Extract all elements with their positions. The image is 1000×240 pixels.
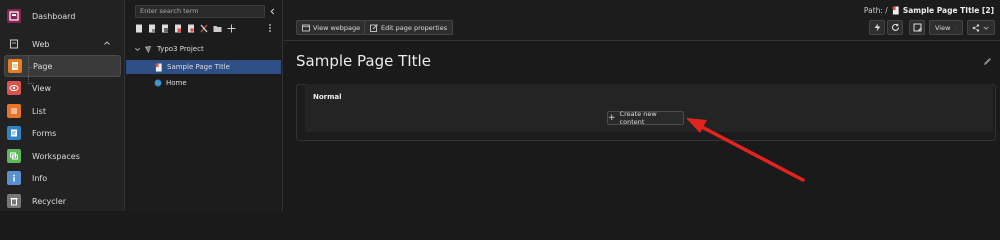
bookmark-note-icon — [913, 23, 921, 32]
reload-button[interactable] — [887, 20, 903, 35]
path-prefix: Path: / — [863, 6, 888, 15]
chevron-down-icon[interactable] — [134, 46, 141, 53]
shortcut-page-icon[interactable] — [161, 24, 169, 33]
page-icon — [8, 59, 22, 73]
lightning-icon — [874, 23, 880, 32]
chevron-up-icon[interactable] — [103, 39, 111, 47]
page-title: Sample Page TItle — [296, 52, 431, 70]
chevron-down-icon — [955, 27, 957, 28]
tree-connector — [28, 67, 34, 68]
create-new-content-label: Create new content — [619, 110, 657, 126]
edit-icon — [370, 23, 378, 32]
module-label: Workspaces — [32, 151, 80, 161]
edit-properties-label: Edit page properties — [381, 23, 448, 32]
info-icon — [7, 171, 21, 185]
tree-node-selected-page[interactable]: Sample Page TItle — [126, 60, 281, 74]
tree-node-label: Sample Page TItle — [167, 63, 230, 71]
tree-node-label: Typo3 Project — [157, 45, 204, 53]
breadcrumb: Path: / Sample Page TItle [2] — [864, 6, 994, 15]
tree-node-root[interactable]: Typo3 Project — [134, 42, 282, 56]
tree-node-label: Home — [166, 79, 187, 87]
new-page-hidden-icon[interactable] — [148, 24, 156, 33]
module-label: Page — [33, 61, 53, 71]
module-workspaces[interactable]: Workspaces — [4, 145, 121, 167]
module-info[interactable]: Info — [4, 167, 121, 189]
module-dashboard[interactable]: Dashboard — [4, 5, 121, 27]
page-tree-panel: Enter search term — [125, 0, 283, 211]
module-label: View — [32, 83, 51, 93]
column-title: Normal — [313, 93, 342, 101]
web-page-icon — [7, 37, 21, 51]
edit-page-properties-button[interactable]: Edit page properties — [364, 20, 454, 35]
module-label: Forms — [32, 128, 57, 138]
flash-clear-cache-button[interactable] — [869, 20, 885, 35]
view-eye-icon — [7, 81, 21, 95]
page-icon — [155, 63, 162, 71]
module-label: Recycler — [32, 196, 67, 206]
dashboard-icon — [7, 9, 21, 23]
module-group-web[interactable]: Web — [4, 33, 121, 55]
view-dropdown-label: View — [935, 23, 951, 32]
workspaces-icon — [7, 149, 21, 163]
tree-toolbar — [135, 22, 236, 34]
list-icon — [7, 104, 21, 118]
module-view[interactable]: View — [4, 77, 121, 99]
forms-icon — [7, 126, 21, 140]
more-options-icon[interactable] — [266, 23, 274, 33]
folder-icon[interactable] — [213, 24, 222, 33]
new-page-icon[interactable] — [135, 24, 143, 33]
plus-icon: + — [608, 112, 616, 123]
module-recycler[interactable]: Recycler — [4, 190, 121, 212]
tree-search-input[interactable]: Enter search term — [135, 5, 265, 18]
tree-node-home[interactable]: Home — [154, 76, 187, 90]
module-label: List — [32, 106, 46, 116]
tree-connector — [28, 57, 29, 84]
chevron-down-icon — [983, 26, 989, 30]
share-dropdown[interactable] — [967, 20, 995, 35]
tree-connector — [28, 83, 34, 84]
module-label: Info — [32, 173, 48, 183]
external-link-page-icon[interactable] — [174, 24, 182, 33]
module-label: Dashboard — [32, 11, 76, 21]
view-dropdown[interactable]: View — [929, 20, 963, 35]
view-webpage-label: View webpage — [313, 23, 361, 32]
module-menu: Dashboard Web Page View List Forms Works… — [0, 0, 125, 211]
home-globe-icon — [154, 79, 162, 87]
collapse-tree-button[interactable] — [267, 5, 278, 18]
recycler-icon — [7, 194, 21, 208]
module-page[interactable]: Page — [4, 55, 121, 77]
mount-point-icon[interactable] — [187, 24, 195, 33]
path-title[interactable]: Sample Page TItle [2] — [903, 6, 994, 15]
typo3-globe-icon — [144, 45, 152, 53]
module-label: Web — [32, 39, 50, 49]
page-icon — [892, 6, 899, 15]
reload-icon — [891, 23, 899, 31]
module-list[interactable]: List — [4, 100, 121, 122]
pencil-icon[interactable] — [983, 57, 992, 66]
spacer-icon[interactable] — [200, 24, 208, 33]
chevron-left-icon — [270, 8, 275, 15]
share-icon — [972, 23, 980, 32]
create-new-content-button[interactable]: + Create new content — [607, 110, 684, 126]
module-forms[interactable]: Forms — [4, 122, 121, 144]
separator-icon[interactable] — [227, 24, 236, 33]
view-webpage-icon — [302, 24, 310, 31]
bookmark-button[interactable] — [909, 20, 925, 35]
view-webpage-button[interactable]: View webpage — [296, 20, 367, 35]
